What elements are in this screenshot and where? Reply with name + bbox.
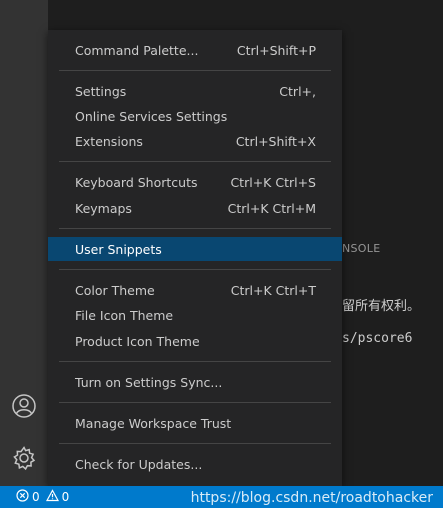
menu-separator: [59, 361, 331, 362]
menu-item-settings[interactable]: Settings Ctrl+,: [48, 79, 342, 103]
menu-item-color-theme[interactable]: Color Theme Ctrl+K Ctrl+T: [48, 278, 342, 302]
menu-item-product-icon-theme[interactable]: Product Icon Theme: [48, 329, 342, 353]
panel-tab-terminal-partial[interactable]: NSOLE: [342, 242, 380, 255]
menu-separator: [59, 443, 331, 444]
menu-item-turn-on-settings-sync[interactable]: Turn on Settings Sync...: [48, 370, 342, 394]
manage-gear-icon[interactable]: [10, 444, 38, 472]
menu-separator: [59, 402, 331, 403]
account-icon[interactable]: [10, 392, 38, 420]
warning-count: 0: [61, 490, 70, 504]
terminal-line-copyright: 留所有权利。: [342, 299, 421, 314]
menu-item-file-icon-theme[interactable]: File Icon Theme: [48, 303, 342, 327]
menu-item-keyboard-shortcuts[interactable]: Keyboard Shortcuts Ctrl+K Ctrl+S: [48, 170, 342, 194]
activity-bar: [0, 0, 48, 486]
terminal-line-path: s/pscore6: [342, 331, 413, 346]
menu-separator: [59, 161, 331, 162]
manage-context-menu: Command Palette... Ctrl+Shift+P Settings…: [48, 30, 342, 486]
menu-item-manage-workspace-trust[interactable]: Manage Workspace Trust: [48, 411, 342, 435]
menu-item-command-palette[interactable]: Command Palette... Ctrl+Shift+P: [48, 38, 342, 62]
menu-separator: [59, 228, 331, 229]
watermark: https://blog.csdn.net/roadtohacker: [190, 490, 433, 506]
menu-item-keymaps[interactable]: Keymaps Ctrl+K Ctrl+M: [48, 196, 342, 220]
menu-separator: [59, 269, 331, 270]
warning-icon: [45, 489, 59, 505]
problems-status[interactable]: 0 0: [16, 489, 69, 505]
menu-separator: [59, 70, 331, 71]
menu-item-check-for-updates[interactable]: Check for Updates...: [48, 452, 342, 476]
menu-item-extensions[interactable]: Extensions Ctrl+Shift+X: [48, 129, 342, 153]
menu-item-online-services-settings[interactable]: Online Services Settings: [48, 104, 342, 128]
menu-item-user-snippets[interactable]: User Snippets: [48, 237, 342, 261]
error-count: 0: [32, 490, 40, 504]
error-icon: [16, 489, 29, 505]
